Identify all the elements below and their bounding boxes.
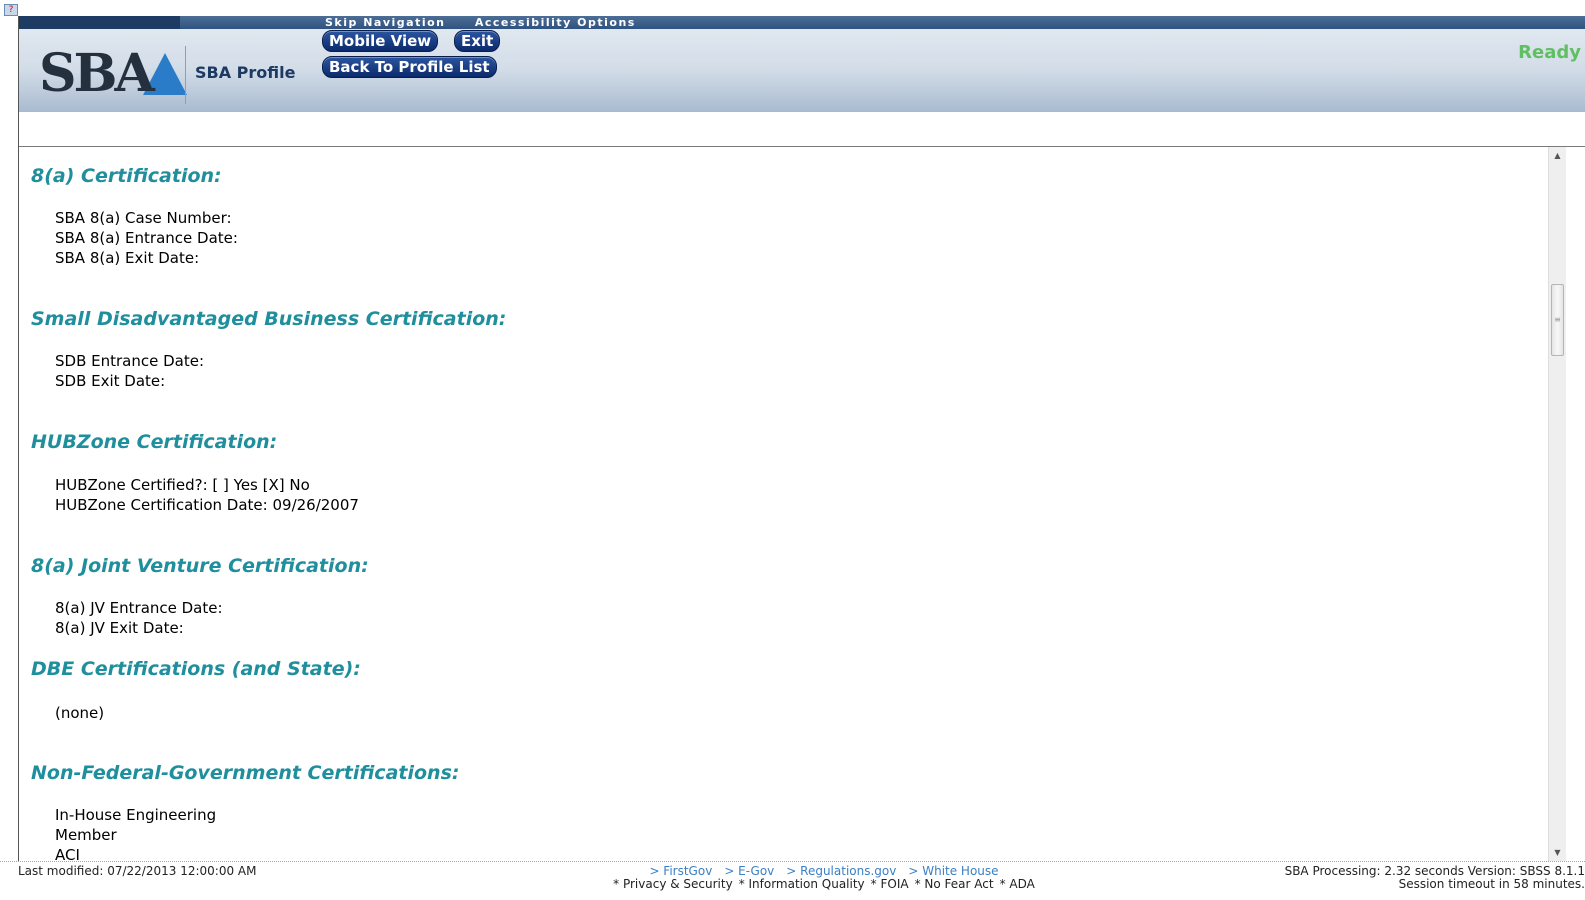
- information-quality-link[interactable]: * Information Quality: [739, 877, 865, 891]
- skip-navigation-link[interactable]: Skip Navigation: [325, 16, 446, 29]
- broken-image-icon: ?: [4, 4, 18, 16]
- exit-button[interactable]: Exit: [454, 30, 501, 52]
- section-title-joint-venture: 8(a) Joint Venture Certification:: [31, 555, 369, 577]
- section-title-dbe: DBE Certifications (and State):: [31, 658, 361, 680]
- section-title-sdb: Small Disadvantaged Business Certificati…: [31, 308, 507, 330]
- profile-content: 8(a) Certification: SBA 8(a) Case Number…: [19, 147, 1548, 861]
- sba-logo: SBA: [39, 45, 189, 103]
- accessibility-options-link[interactable]: Accessibility Options: [475, 16, 636, 29]
- regulations-gov-link[interactable]: > Regulations.gov: [786, 864, 896, 878]
- content-scrollbar[interactable]: ▲ ≡ ▼: [1548, 147, 1566, 861]
- non-federal-item: Member: [55, 826, 117, 844]
- firstgov-link[interactable]: > FirstGov: [649, 864, 712, 878]
- jv-entrance-date-field: 8(a) JV Entrance Date:: [55, 599, 223, 617]
- case-number-field: SBA 8(a) Case Number:: [55, 209, 232, 227]
- back-to-profile-list-button[interactable]: Back To Profile List: [322, 56, 497, 78]
- non-federal-item: In-House Engineering: [55, 806, 217, 824]
- sba-logo-text: SBA: [39, 43, 155, 104]
- scrollbar-thumb[interactable]: ≡: [1551, 284, 1564, 356]
- non-federal-item: ACI: [55, 846, 80, 861]
- dbe-none-value: (none): [55, 704, 105, 722]
- footer-status: SBA Processing: 2.32 seconds Version: SB…: [1285, 865, 1585, 891]
- last-modified-text: Last modified: 07/22/2013 12:00:00 AM: [18, 864, 257, 878]
- foia-link[interactable]: * FOIA: [871, 877, 909, 891]
- page-title: SBA Profile: [195, 63, 296, 82]
- sdb-exit-date-field: SDB Exit Date:: [55, 372, 166, 390]
- section-title-8a: 8(a) Certification:: [31, 165, 222, 187]
- section-title-non-federal: Non-Federal-Government Certifications:: [31, 762, 460, 784]
- egov-link[interactable]: > E-Gov: [724, 864, 774, 878]
- privacy-security-link[interactable]: * Privacy & Security: [613, 877, 733, 891]
- mobile-view-button[interactable]: Mobile View: [322, 30, 439, 52]
- white-house-link[interactable]: > White House: [908, 864, 998, 878]
- no-fear-act-link[interactable]: * No Fear Act: [915, 877, 994, 891]
- subheader-bar: [19, 112, 1585, 147]
- hubzone-date-field: HUBZone Certification Date: 09/26/2007: [55, 496, 359, 514]
- footer-links: > FirstGov > E-Gov > Regulations.gov > Whit…: [574, 865, 1074, 891]
- header-top-bar: Skip Navigation Accessibility Options: [19, 16, 1585, 29]
- page-header: Skip Navigation Accessibility Options SB…: [19, 16, 1585, 112]
- section-title-hubzone: HUBZone Certification:: [31, 431, 278, 453]
- hubzone-certified-field: HUBZone Certified?: [ ] Yes [X] No: [55, 476, 310, 494]
- scroll-down-arrow-icon[interactable]: ▼: [1549, 844, 1566, 861]
- exit-date-field: SBA 8(a) Exit Date:: [55, 249, 200, 267]
- jv-exit-date-field: 8(a) JV Exit Date:: [55, 619, 184, 637]
- entrance-date-field: SBA 8(a) Entrance Date:: [55, 229, 238, 247]
- header-top-bar-accent: [19, 16, 180, 29]
- session-timeout-text: Session timeout in 58 minutes.: [1398, 877, 1585, 891]
- skip-links: Skip Navigation Accessibility Options: [325, 16, 660, 29]
- logo-divider: [185, 46, 186, 104]
- page-footer: Last modified: 07/22/2013 12:00:00 AM > …: [0, 861, 1585, 900]
- ada-link[interactable]: * ADA: [1000, 877, 1035, 891]
- sdb-entrance-date-field: SDB Entrance Date:: [55, 352, 205, 370]
- scroll-up-arrow-icon[interactable]: ▲: [1549, 147, 1566, 164]
- status-indicator: Ready: [1518, 42, 1581, 63]
- footer-policy-links: * Privacy & Security * Information Qualit…: [574, 878, 1074, 891]
